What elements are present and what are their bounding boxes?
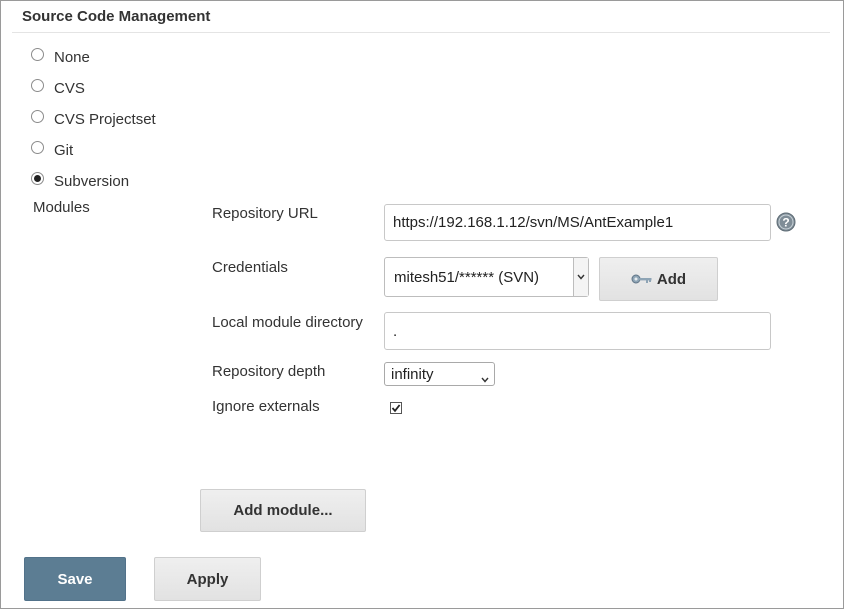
credentials-select[interactable]: mitesh51/****** (SVN) — [384, 257, 589, 297]
scm-option-label: Git — [54, 141, 74, 159]
key-icon — [631, 274, 652, 284]
radio-subversion[interactable] — [31, 171, 44, 185]
scm-option-cvs-projectset[interactable]: CVS Projectset — [31, 109, 156, 129]
modules-label: Modules — [33, 199, 90, 216]
ignore-externals-checkbox[interactable] — [390, 402, 402, 414]
repository-depth-label: Repository depth — [212, 363, 326, 380]
scm-option-label: CVS Projectset — [54, 110, 156, 128]
local-module-directory-label: Local module directory — [212, 314, 363, 331]
repository-url-value: https://192.168.1.12/svn/MS/AntExample1 — [393, 214, 674, 231]
scm-option-cvs[interactable]: CVS — [31, 78, 85, 98]
add-credentials-button[interactable]: Add — [599, 257, 718, 301]
scm-option-label: None — [54, 48, 90, 66]
scm-option-subversion[interactable]: Subversion — [31, 171, 129, 191]
question-circle-icon[interactable]: ? — [776, 212, 796, 232]
repository-depth-select[interactable]: infinity — [384, 362, 495, 386]
chevron-down-icon — [573, 258, 588, 296]
section-divider — [12, 32, 830, 33]
checkmark-icon — [391, 404, 401, 413]
scm-panel — [0, 0, 844, 609]
radio-cvs-projectset[interactable] — [31, 109, 44, 123]
scm-option-label: Subversion — [54, 172, 130, 190]
apply-button[interactable]: Apply — [154, 557, 261, 601]
radio-git[interactable] — [31, 140, 44, 154]
scm-option-label: CVS — [54, 79, 85, 97]
radio-none[interactable] — [31, 47, 44, 61]
scm-option-git[interactable]: Git — [31, 140, 73, 160]
credentials-label: Credentials — [212, 259, 288, 276]
add-button-label: Add — [656, 270, 687, 288]
section-title: Source Code Management — [22, 8, 211, 25]
repository-url-input[interactable]: https://192.168.1.12/svn/MS/AntExample1 — [384, 204, 771, 241]
credentials-value: mitesh51/****** (SVN) — [394, 268, 540, 286]
svg-text:?: ? — [782, 216, 789, 230]
save-button[interactable]: Save — [24, 557, 126, 601]
ignore-externals-label: Ignore externals — [212, 398, 320, 415]
chevron-down-icon — [481, 370, 489, 387]
radio-cvs[interactable] — [31, 78, 44, 92]
local-module-directory-value: . — [393, 322, 398, 340]
repository-depth-value: infinity — [391, 365, 434, 383]
scm-option-none[interactable]: None — [31, 47, 90, 67]
repository-url-label: Repository URL — [212, 205, 318, 222]
local-module-directory-input[interactable]: . — [384, 312, 771, 350]
add-module-button[interactable]: Add module... — [200, 489, 366, 532]
